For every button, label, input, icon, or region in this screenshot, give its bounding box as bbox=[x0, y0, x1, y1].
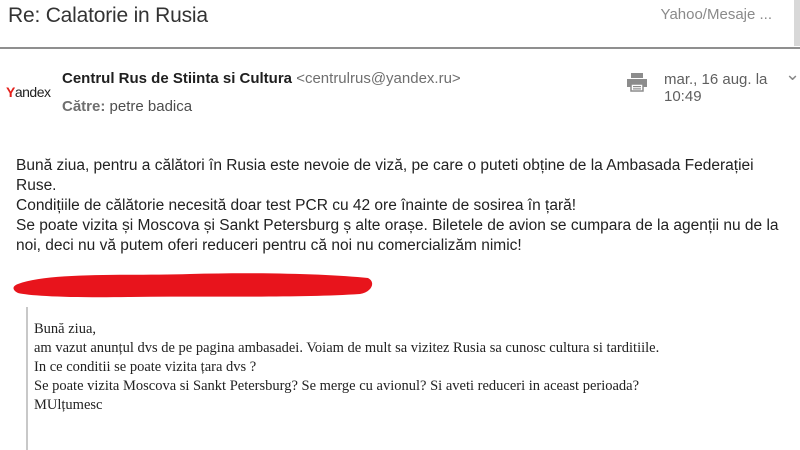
recipient-name[interactable]: petre badica bbox=[110, 98, 193, 115]
printer-icon[interactable] bbox=[626, 72, 648, 92]
message-body: Bună ziua, pentru a călători în Rusia es… bbox=[16, 156, 796, 256]
quoted-line: Se poate vizita Moscova si Sankt Petersb… bbox=[34, 378, 640, 394]
body-line: Condițiile de călătorie necesită doar te… bbox=[16, 197, 577, 214]
sender-name[interactable]: Centrul Rus de Stiinta si Cultura bbox=[62, 70, 292, 87]
quoted-line: In ce conditii se poate vizita țara dvs … bbox=[34, 359, 257, 375]
logo-letter: Y bbox=[6, 84, 15, 100]
message-date: mar., 16 aug. la 10:49 bbox=[664, 71, 768, 105]
scrollbar[interactable] bbox=[794, 0, 800, 46]
quoted-line: Bună ziua, bbox=[34, 321, 97, 337]
folder-breadcrumb[interactable]: Yahoo/Mesaje ... bbox=[661, 6, 772, 23]
body-line: Bună ziua, pentru a călători în Rusia es… bbox=[16, 157, 754, 194]
recipient-label: Către: bbox=[62, 98, 106, 115]
yandex-logo: Yandex bbox=[6, 84, 51, 100]
message-header: Re: Calatorie in Rusia Yahoo/Mesaje ... bbox=[0, 0, 800, 46]
logo-text: andex bbox=[14, 84, 51, 100]
chevron-down-icon[interactable]: ⌄ bbox=[785, 64, 800, 85]
quote-bar bbox=[26, 307, 28, 450]
header-divider bbox=[0, 47, 800, 49]
quoted-message: Bună ziua, am vazut anunțul dvs de pe pa… bbox=[34, 320, 659, 415]
body-line: Se poate vizita și Moscova și Sankt Pete… bbox=[16, 217, 779, 254]
recipient-line: Către: petre badica bbox=[62, 98, 192, 115]
sender-line: Centrul Rus de Stiinta si Cultura <centr… bbox=[62, 70, 461, 87]
quoted-line: am vazut anunțul dvs de pe pagina ambasa… bbox=[34, 340, 660, 356]
sender-email[interactable]: <centrulrus@yandex.ru> bbox=[296, 70, 460, 87]
quoted-line: MUlțumesc bbox=[34, 397, 103, 413]
redaction-mark bbox=[13, 273, 373, 298]
message-subject: Re: Calatorie in Rusia bbox=[8, 4, 208, 27]
